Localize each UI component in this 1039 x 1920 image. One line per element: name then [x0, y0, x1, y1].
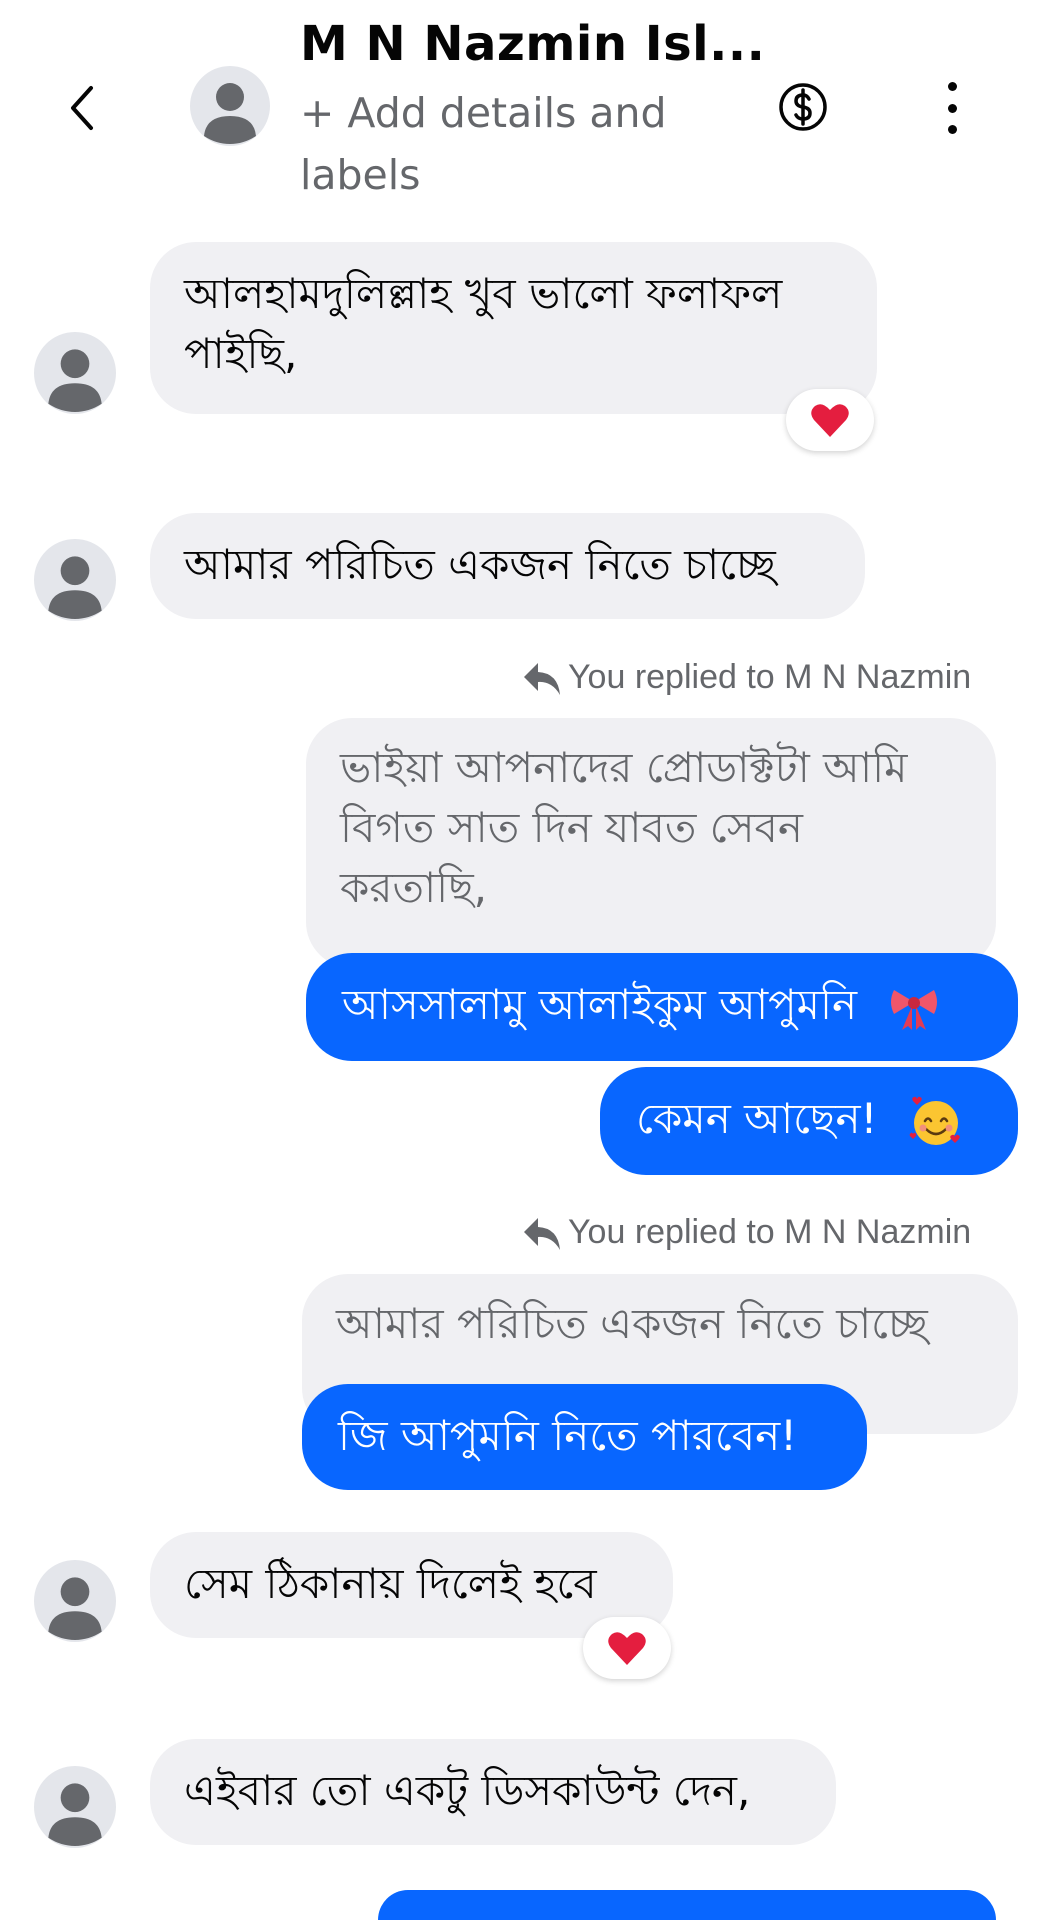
- sender-avatar[interactable]: [34, 539, 116, 621]
- back-button[interactable]: [60, 78, 104, 138]
- contact-name[interactable]: M N Nazmin Isl...: [300, 16, 765, 72]
- incoming-message[interactable]: আমার পরিচিত একজন নিতে চাচ্ছে: [150, 513, 865, 619]
- quoted-message[interactable]: ভাইয়া আপনাদের প্রোডাক্টটা আমি বিগত সাত …: [306, 718, 996, 968]
- heart-icon: [811, 404, 849, 437]
- incoming-message[interactable]: আলহামদুলিল্লাহ খুব ভালো ফলাফল পাইছি,: [150, 242, 877, 414]
- reply-indicator: You replied to M N Nazmin: [522, 658, 971, 697]
- payment-button[interactable]: [778, 82, 828, 132]
- message-reaction[interactable]: [786, 389, 874, 451]
- add-details-link[interactable]: + Add details and labels: [300, 82, 700, 206]
- contact-avatar[interactable]: [190, 66, 270, 146]
- outgoing-message[interactable]: কেমন আছেন!: [600, 1067, 1018, 1175]
- dollar-circle-icon: [779, 83, 827, 131]
- outgoing-message-partial[interactable]: [378, 1890, 996, 1920]
- message-reaction[interactable]: [583, 1617, 671, 1679]
- outgoing-message[interactable]: আসসালামু আলাইকুম আপুমনি: [306, 953, 1018, 1061]
- ribbon-bow-icon: [891, 989, 938, 1030]
- reply-arrow-icon: [524, 1217, 560, 1250]
- message-text: কেমন আছেন!: [636, 1094, 878, 1143]
- reply-indicator-text: You replied to M N Nazmin: [568, 1213, 972, 1251]
- chevron-left-icon: [71, 86, 93, 130]
- sender-avatar[interactable]: [34, 1766, 116, 1848]
- sender-avatar[interactable]: [34, 1560, 116, 1642]
- reply-arrow-icon: [524, 662, 560, 695]
- message-text: আসসালামু আলাইকুম আপুমনি: [342, 980, 858, 1029]
- heart-icon: [608, 1632, 646, 1665]
- sender-avatar[interactable]: [34, 332, 116, 414]
- outgoing-message[interactable]: জি আপুমনি নিতে পারবেন!: [302, 1384, 867, 1490]
- more-options-button[interactable]: [930, 82, 974, 134]
- conversation-header: M N Nazmin Isl... + Add details and labe…: [0, 0, 1039, 220]
- reply-indicator-text: You replied to M N Nazmin: [568, 658, 972, 696]
- reply-indicator: You replied to M N Nazmin: [522, 1213, 971, 1252]
- smiling-face-with-hearts-icon: [909, 1096, 960, 1145]
- vertical-dots-icon: [947, 82, 957, 91]
- incoming-message[interactable]: এইবার তো একটু ডিসকাউন্ট দেন,: [150, 1739, 836, 1845]
